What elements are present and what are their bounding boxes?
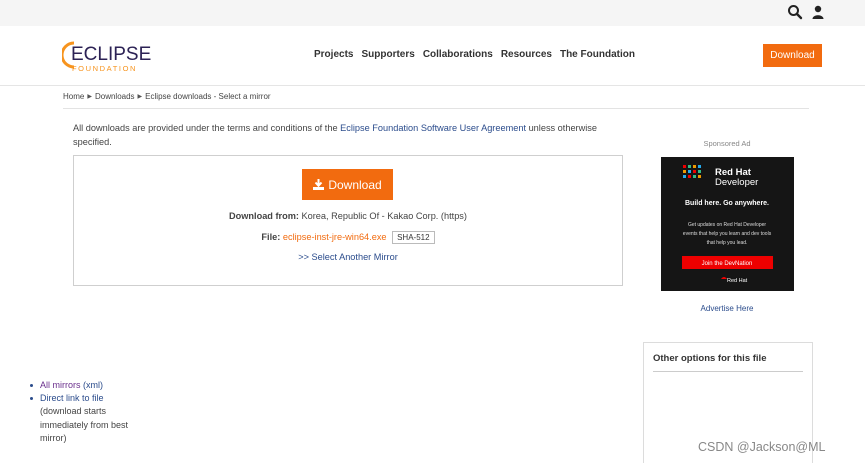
nav-supporters[interactable]: Supporters bbox=[361, 49, 414, 60]
divider bbox=[63, 108, 809, 109]
select-another-mirror-link[interactable]: >> Select Another Mirror bbox=[73, 252, 623, 262]
user-agreement-link[interactable]: Eclipse Foundation Software User Agreeme… bbox=[340, 123, 526, 133]
svg-text:Join the DevNation: Join the DevNation bbox=[702, 261, 753, 267]
eclipse-foundation-logo[interactable]: ECLIPSE FOUNDATION bbox=[62, 40, 172, 74]
divider bbox=[653, 371, 803, 372]
all-mirrors-link[interactable]: All mirrors bbox=[40, 380, 81, 390]
breadcrumb-home[interactable]: Home bbox=[63, 92, 84, 101]
csdn-watermark: CSDN @Jackson@ML bbox=[698, 440, 826, 454]
advertise-here-link[interactable]: Advertise Here bbox=[661, 304, 793, 313]
terms-notice: All downloads are provided under the ter… bbox=[73, 122, 618, 149]
breadcrumb-current: Eclipse downloads - Select a mirror bbox=[145, 92, 271, 101]
nav-projects[interactable]: Projects bbox=[314, 49, 353, 60]
other-options-title: Other options for this file bbox=[653, 353, 767, 364]
svg-text:FOUNDATION: FOUNDATION bbox=[72, 64, 137, 73]
option-all-mirrors: All mirrors (xml) bbox=[30, 379, 155, 392]
bullet-icon bbox=[30, 397, 33, 400]
svg-text:Build here. Go anywhere.: Build here. Go anywhere. bbox=[685, 200, 769, 207]
search-icon[interactable] bbox=[787, 4, 803, 20]
download-from-label: Download from: bbox=[229, 211, 299, 221]
svg-text:that help you lead.: that help you lead. bbox=[707, 240, 748, 246]
bullet-icon bbox=[30, 384, 33, 387]
terms-text-before: All downloads are provided under the ter… bbox=[73, 123, 341, 133]
file-label: File: bbox=[261, 231, 281, 242]
download-icon bbox=[313, 179, 325, 190]
main-download-button[interactable]: Download bbox=[302, 169, 393, 200]
top-utility-bar bbox=[0, 0, 865, 26]
download-from: Download from: Korea, Republic Of - Kaka… bbox=[73, 211, 623, 221]
svg-text:events that help you learn and: events that help you learn and dev tools bbox=[683, 231, 772, 237]
nav-resources[interactable]: Resources bbox=[501, 49, 552, 60]
sponsored-ad-label: Sponsored Ad bbox=[703, 139, 751, 148]
svg-text:ECLIPSE: ECLIPSE bbox=[71, 44, 151, 65]
breadcrumb: Home ▶ Downloads ▶ Eclipse downloads - S… bbox=[63, 92, 271, 101]
nav-collaborations[interactable]: Collaborations bbox=[423, 49, 493, 60]
file-line: File: eclipse-inst-jre-win64.exe SHA-512 bbox=[73, 231, 623, 244]
header-download-button[interactable]: Download bbox=[763, 44, 822, 67]
user-icon[interactable] bbox=[810, 4, 826, 20]
direct-link-note: (download starts immediately from best m… bbox=[40, 406, 129, 443]
main-nav: Projects Supporters Collaborations Resou… bbox=[314, 49, 643, 60]
main-download-label: Download bbox=[328, 177, 382, 192]
direct-link-to-file[interactable]: Direct link to file bbox=[40, 393, 104, 403]
svg-text:Red Hat: Red Hat bbox=[727, 278, 748, 284]
download-from-value: Korea, Republic Of - Kakao Corp. (https) bbox=[298, 211, 467, 221]
option-direct-link: Direct link to file (download starts imm… bbox=[30, 392, 155, 445]
svg-text:Get updates on Red Hat Develop: Get updates on Red Hat Developer bbox=[688, 222, 766, 228]
file-name-link[interactable]: eclipse-inst-jre-win64.exe bbox=[283, 232, 387, 242]
sha512-button[interactable]: SHA-512 bbox=[392, 231, 435, 244]
breadcrumb-downloads[interactable]: Downloads bbox=[95, 92, 135, 101]
caret-right-icon: ▶ bbox=[137, 94, 143, 100]
caret-right-icon: ▶ bbox=[87, 94, 92, 100]
nav-the-foundation[interactable]: The Foundation bbox=[560, 49, 635, 60]
red-hat-developer-ad[interactable]: Red Hat Developer Build here. Go anywher… bbox=[661, 157, 794, 291]
xml-link[interactable]: (xml) bbox=[83, 380, 103, 390]
site-header: ECLIPSE FOUNDATION Projects Supporters C… bbox=[0, 26, 865, 86]
svg-text:Developer: Developer bbox=[715, 177, 758, 188]
